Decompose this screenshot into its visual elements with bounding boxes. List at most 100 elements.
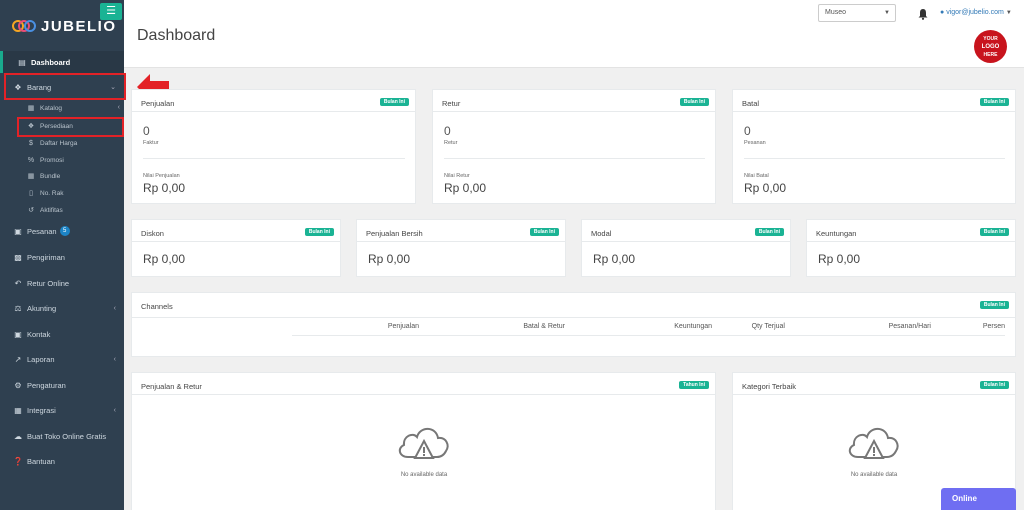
area-chart-icon: ▤ <box>18 57 26 67</box>
modal-value: Rp 0,00 <box>593 252 636 266</box>
chevron-left-icon: ‹ <box>113 304 116 312</box>
card-divider <box>433 111 715 112</box>
sidebar-item-retur-online[interactable]: ↶ Retur Online <box>0 272 124 294</box>
empty-state: No available data <box>844 421 904 478</box>
sidebar-subitem-label: No. Rak <box>40 189 64 197</box>
sidebar-item-label: Pengiriman <box>27 252 65 262</box>
bell-icon[interactable] <box>917 8 929 20</box>
th-icon: ▦ <box>27 173 35 180</box>
logo-text-line: LOGO <box>981 44 1000 50</box>
line-chart-icon: ↗ <box>14 354 22 364</box>
column-header-batal-retur[interactable]: Batal & Retur <box>523 323 565 330</box>
user-menu[interactable]: ● vigor@jubelio.com ▼ <box>940 9 1012 16</box>
column-header-qty-terjual[interactable]: Qty Terjual <box>752 323 785 330</box>
retur-value: Rp 0,00 <box>444 181 487 195</box>
sidebar-subitem-no-rak[interactable]: ▯ No. Rak <box>26 185 63 201</box>
sidebar-item-label: Pesanan <box>27 226 57 236</box>
sidebar-item-label: Integrasi <box>27 405 56 415</box>
sidebar-subitem-label: Daftar Harga <box>40 139 78 147</box>
period-badge: Bulan Ini <box>979 301 1009 309</box>
diskon-value: Rp 0,00 <box>143 252 186 266</box>
location-select-value: Museo <box>825 9 847 16</box>
card-title: Channels <box>141 302 173 311</box>
page-title: Dashboard <box>137 27 216 44</box>
sidebar-item-label: Akunting <box>27 303 57 313</box>
chevron-left-icon: ‹ <box>113 406 116 414</box>
sidebar-item-pengiriman[interactable]: ▩ Pengiriman <box>0 246 124 268</box>
cloud-warning-icon <box>398 427 449 459</box>
logo-text-line: HERE <box>983 52 998 58</box>
sidebar-item-label: Buat Toko Online Gratis <box>27 431 107 441</box>
reply-icon: ↶ <box>14 278 22 288</box>
card-keuntungan: Keuntungan Bulan Ini Rp 0,00 <box>806 219 1016 277</box>
shopping-cart-icon: ☁ <box>14 431 22 441</box>
column-header-keuntungan[interactable]: Keuntungan <box>674 323 712 330</box>
card-divider <box>132 394 715 395</box>
card-divider <box>143 158 405 159</box>
percent-icon: % <box>27 156 35 164</box>
sidebar-item-dashboard[interactable]: ▤ Dashboard <box>0 51 124 73</box>
period-badge: Bulan Ini <box>304 228 334 236</box>
sidebar-item-label: Kontak <box>27 329 51 339</box>
sidebar-subitem-aktifitas[interactable]: ↺ Aktifitas <box>26 202 63 218</box>
sidebar-item-label: Dashboard <box>31 57 71 67</box>
gears-icon: ⚙ <box>14 380 22 390</box>
sidebar-item-akunting[interactable]: ⚖ Akunting ‹ <box>0 297 124 319</box>
penjualan-count: 0 <box>143 124 150 138</box>
sidebar-item-label: Laporan <box>27 354 55 364</box>
card-title: Keuntungan <box>816 229 857 238</box>
card-channels: Channels Bulan Ini Penjualan Batal & Ret… <box>131 292 1016 357</box>
logo-text-line: YOUR <box>983 36 998 42</box>
sidebar-subitem-bundle[interactable]: ▦ Bundle <box>26 168 61 184</box>
card-diskon: Diskon Bulan Ini Rp 0,00 <box>131 219 341 277</box>
caret-down-icon: ▼ <box>1005 10 1012 16</box>
column-header-penjualan[interactable]: Penjualan <box>388 323 419 330</box>
empty-state-text: No available data <box>400 472 448 478</box>
column-header-persen[interactable]: Persen <box>983 323 1005 330</box>
batal-count: 0 <box>744 124 751 138</box>
card-title: Penjualan <box>141 99 175 108</box>
sidebar-item-label: Retur Online <box>27 278 70 288</box>
online-chat-button[interactable]: Online <box>941 488 1016 510</box>
sidebar-toggle-button[interactable]: ☰ <box>100 3 122 20</box>
sidebar-subitem-daftar-harga[interactable]: $ Daftar Harga <box>26 135 77 151</box>
retur-count-label: Retur <box>444 140 458 146</box>
sidebar-item-integrasi[interactable]: ▦ Integrasi ‹ <box>0 399 124 421</box>
location-select[interactable]: Museo ▼ <box>818 4 896 22</box>
sidebar-item-pesanan[interactable]: ▣ Pesanan 5 <box>0 220 124 242</box>
period-badge: Bulan Ini <box>529 228 559 236</box>
pesanan-count-badge: 5 <box>59 226 70 236</box>
retur-value-label: Nilai Retur <box>444 173 470 179</box>
chevron-left-icon: ‹ <box>117 104 120 111</box>
card-divider <box>733 394 1015 395</box>
period-badge: Bulan Ini <box>979 228 1009 236</box>
sidebar-item-laporan[interactable]: ↗ Laporan ‹ <box>0 348 124 370</box>
hamburger-icon: ☰ <box>106 5 116 17</box>
period-badge: Bulan Ini <box>979 98 1009 106</box>
card-title: Retur <box>442 99 461 108</box>
sidebar-item-bantuan[interactable]: ❓ Bantuan <box>0 450 124 472</box>
sidebar-item-pengaturan[interactable]: ⚙ Pengaturan <box>0 374 124 396</box>
column-header-pesanan-hari[interactable]: Pesanan/Hari <box>889 323 931 330</box>
chevron-left-icon: ‹ <box>113 355 116 363</box>
caret-down-icon: ▼ <box>884 10 890 16</box>
card-title: Modal <box>591 229 612 238</box>
dollar-icon: $ <box>29 139 33 147</box>
user-email: vigor@jubelio.com <box>946 9 1004 16</box>
batal-count-label: Pesanan <box>744 140 766 146</box>
sidebar-item-kontak[interactable]: ▣ Kontak <box>0 323 124 345</box>
history-icon: ↺ <box>28 207 34 214</box>
card-divider <box>807 241 1015 242</box>
period-badge: Bulan Ini <box>379 98 409 106</box>
sidebar-item-buat-toko[interactable]: ☁ Buat Toko Online Gratis <box>0 425 124 447</box>
sitemap-icon: ▦ <box>14 405 22 415</box>
card-title: Penjualan Bersih <box>366 229 423 238</box>
sidebar-subitem-promosi[interactable]: % Promosi <box>26 152 64 168</box>
company-logo-badge: YOUR LOGO HERE <box>974 30 1007 63</box>
sidebar-subitem-katalog[interactable]: ▦ Katalog <box>26 100 62 116</box>
card-penjualan-retur: Penjualan & Retur Tahun Ini No available… <box>131 372 716 510</box>
bookmark-icon: ▯ <box>29 190 33 197</box>
card-title: Diskon <box>141 229 164 238</box>
period-badge: Bulan Ini <box>754 228 784 236</box>
card-divider <box>733 111 1015 112</box>
